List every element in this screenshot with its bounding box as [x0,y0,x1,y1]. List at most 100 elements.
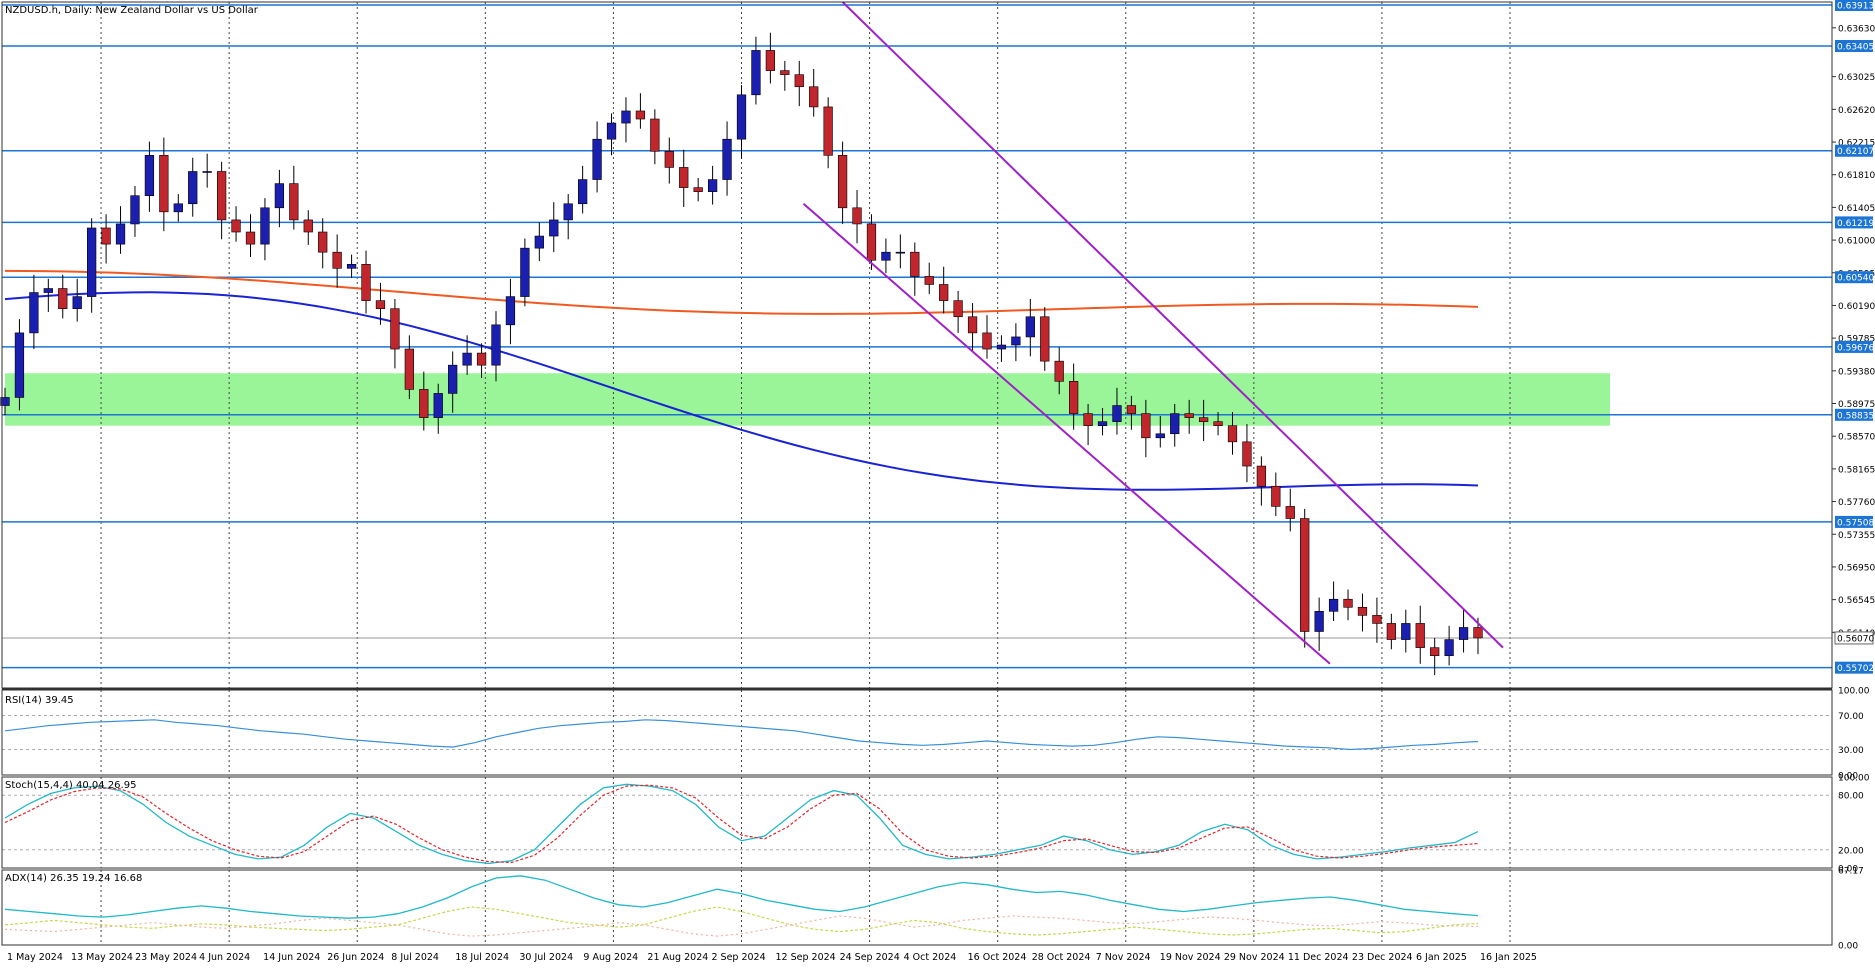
date-tick-label: 1 May 2024 [7,952,63,963]
candle-bullish [202,171,212,173]
candle-bearish [1357,606,1368,616]
candle-bearish [809,86,819,108]
price-tick-label: 0.63025 [1838,73,1875,83]
candle-bullish [592,138,602,180]
candle-bullish [505,296,516,326]
indicator-tick-label: 100.00 [1838,687,1870,697]
date-tick-label: 28 Oct 2024 [1032,952,1091,963]
candle-bearish [245,231,256,245]
date-tick-label: 23 Dec 2024 [1352,952,1413,963]
candle-bearish [664,151,674,168]
candle-bearish [58,288,68,309]
candle-bearish [1069,381,1079,414]
date-tick-label: 8 Jul 2024 [391,952,439,963]
date-tick-label: 29 Nov 2024 [1224,952,1285,963]
candle-bearish [765,50,776,71]
price-tick-label: 0.58975 [1838,400,1875,410]
levels-layer [2,4,1832,669]
price-tick-label: 0.58570 [1838,433,1875,443]
price-tick-label: 0.57355 [1838,531,1875,541]
price-tick-label: 0.61810 [1838,171,1875,181]
price-tick-label: 0.58165 [1838,465,1875,475]
candle-bullish [346,263,357,269]
candle-bearish [982,332,992,350]
candle-bullish [578,179,588,205]
channel-layer [802,1,1504,665]
price-tick-label: 0.59380 [1838,367,1875,377]
candle-bullish [1025,316,1035,338]
candle-bullish [520,247,530,297]
indicator-tick-label: 100.00 [1838,774,1870,784]
candle-bearish [837,155,848,209]
candle-bearish [967,316,978,334]
candle-bearish [1141,413,1151,439]
candle-bearish [216,171,227,221]
candle-bearish [1184,413,1194,418]
level-label: 0.63405 [1837,42,1874,52]
candle-bearish [1343,598,1353,608]
indicator-tick-label: 67.17 [1838,867,1864,877]
candle-bullish [14,332,25,398]
date-tick-label: 19 Nov 2024 [1160,952,1221,963]
candle-bearish [1473,627,1483,639]
date-tick-label: 14 Jun 2024 [263,952,320,963]
level-label: 0.58835 [1837,411,1874,421]
candle-bearish [1372,615,1382,624]
candle-bullish [173,203,183,213]
level-label: 0.57508 [1837,518,1874,528]
candle-bullish [188,171,198,205]
candle-bearish [1242,441,1252,467]
titles-layer: NZDUSD.h, Daily: New Zealand Dollar vs U… [5,5,259,884]
candle-bearish [939,284,949,301]
candle-bearish [650,118,660,152]
candle-bullish [751,50,761,96]
frame-layer [1,1,1833,946]
candle-bullish [72,296,82,309]
candle-bearish [1256,465,1267,487]
candle-bullish [1155,433,1165,439]
level-label: 0.62107 [1837,147,1874,157]
candle-bearish [1430,647,1440,657]
candle-bearish [390,308,400,350]
candle-bullish [1011,336,1021,346]
candle-bullish [1401,623,1411,640]
candle-bearish [852,207,862,225]
candle-bearish [101,227,111,245]
rsi-title: RSI(14) 39.45 [5,695,74,706]
candle-bearish [404,348,414,390]
candle-bullish [736,94,747,140]
candle-bullish [1328,598,1339,612]
candle-bullish [549,219,559,237]
date-tick-label: 16 Jan 2025 [1480,952,1537,963]
candle-bearish [159,155,169,213]
candle-bearish [289,183,299,221]
candle-bullish [448,364,458,394]
panel-frame [1,776,1833,869]
date-tick-label: 11 Dec 2024 [1288,952,1349,963]
candle-bullish [996,344,1007,350]
price-tick-label: 0.61000 [1838,237,1875,247]
candle-bullish [534,235,544,249]
candle-bullish [491,324,501,366]
date-tick-label: 24 Sep 2024 [840,952,900,963]
date-tick-label: 4 Oct 2024 [904,952,957,963]
date-tick-label: 16 Oct 2024 [968,952,1027,963]
date-tick-label: 12 Sep 2024 [776,952,836,963]
date-tick-label: 26 Jun 2024 [327,952,384,963]
indicator-tick-label: 30.00 [1838,746,1864,756]
candle-bearish [476,352,487,366]
indicator-tick-label: 70.00 [1838,712,1864,722]
channel-lower-line [802,203,1331,665]
chart-svg[interactable]: 1 May 2024 13 May 2024 23 May 2024 4 Jun 20… [0,0,1875,964]
candle-bullish [144,155,155,196]
candle-bearish [780,70,790,75]
candle-bearish [419,389,429,418]
date-tick-label: 2 Sep 2024 [711,952,765,963]
candle-bullish [722,138,732,180]
candle-bullish [881,251,891,261]
support-zone [5,373,1610,426]
candle-bullish [1112,405,1122,422]
stoch-title: Stoch(15,4,4) 40.04 26.95 [5,780,136,791]
date-tick-label: 9 Aug 2024 [583,952,638,963]
trading-chart[interactable]: 1 May 2024 13 May 2024 23 May 2024 4 Jun 20… [0,0,1875,964]
